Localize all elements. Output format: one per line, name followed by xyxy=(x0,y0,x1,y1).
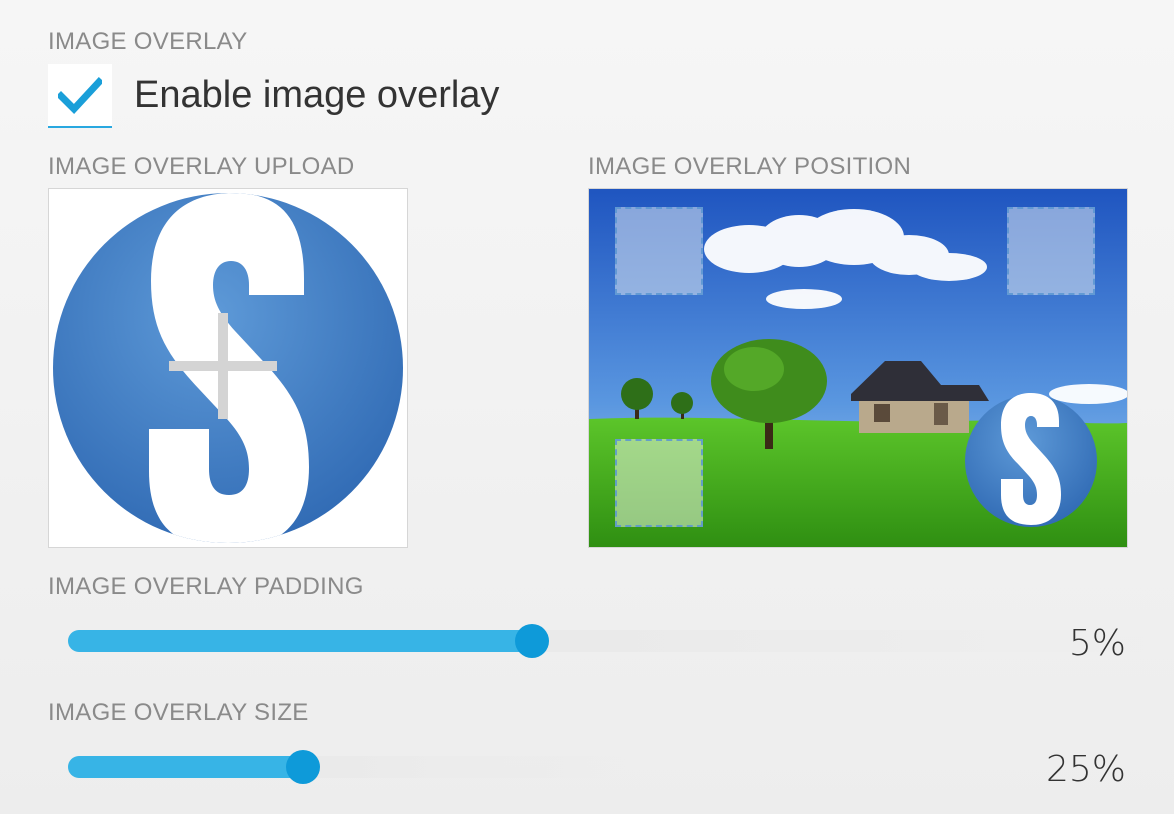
position-slot-top-right[interactable] xyxy=(1007,207,1095,295)
position-slot-bottom-left[interactable] xyxy=(615,439,703,527)
position-slot-top-left[interactable] xyxy=(615,207,703,295)
image-overlay-section-label: IMAGE OVERLAY xyxy=(48,28,248,55)
padding-slider[interactable] xyxy=(68,624,1148,658)
enable-overlay-checkbox[interactable] xyxy=(48,64,112,128)
padding-section-label: IMAGE OVERLAY PADDING xyxy=(48,573,364,600)
size-slider-thumb[interactable] xyxy=(286,750,320,784)
overlay-position-preview xyxy=(588,188,1128,548)
position-slot-bottom-right[interactable] xyxy=(965,395,1097,527)
padding-slider-thumb[interactable] xyxy=(515,624,549,658)
padding-value: 5% xyxy=(1068,623,1126,664)
size-value: 25% xyxy=(1045,749,1126,790)
enable-overlay-label[interactable]: Enable image overlay xyxy=(134,76,499,114)
logo-s-icon xyxy=(53,193,403,543)
position-section-label: IMAGE OVERLAY POSITION xyxy=(588,153,912,180)
overlay-upload-dropzone[interactable] xyxy=(48,188,408,548)
size-section-label: IMAGE OVERLAY SIZE xyxy=(48,699,309,726)
upload-section-label: IMAGE OVERLAY UPLOAD xyxy=(48,153,355,180)
padding-slider-fill xyxy=(68,630,532,652)
checkmark-icon xyxy=(58,77,102,115)
size-slider[interactable] xyxy=(68,750,628,784)
size-slider-fill xyxy=(68,756,303,778)
